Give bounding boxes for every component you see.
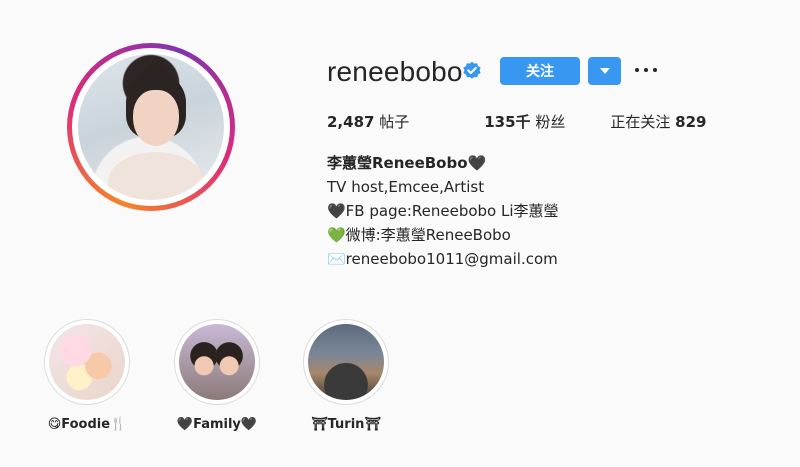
profile-username: reneebobo [327,56,463,87]
bio-line: ✉️reneebobo1011@gmail.com [327,250,558,268]
avatar-face-shape [133,90,179,146]
verified-badge-icon [463,61,481,79]
avatar[interactable] [78,54,224,200]
profile-bio: 李蕙瑩ReneeBobo🖤 TV host,Emcee,Artist 🖤FB p… [327,151,559,271]
more-options-icon[interactable] [635,62,657,78]
turin-thumbnail [308,324,384,400]
highlight-foodie[interactable]: 😋Foodie🍴 [37,319,137,432]
avatar-shoulder-shape [108,152,204,200]
profile-stats: 2,487 帖子 135千 粉丝 正在关注 829 [327,111,746,132]
posts-count: 2,487 [327,113,375,131]
following-label: 正在关注 [610,113,671,131]
bio-line: 🖤FB page:Reneebobo Li李蕙瑩 [327,202,559,220]
bio-line: 💚微博:李蕙瑩ReneeBobo [327,226,511,244]
followers-stat[interactable]: 135千 粉丝 [484,111,565,132]
following-stat[interactable]: 正在关注 829 [610,111,706,132]
suggested-dropdown-button[interactable] [588,57,621,85]
highlight-label: ⛩Turin⛩ [311,417,381,432]
highlight-label: 😋Foodie🍴 [47,417,127,432]
highlight-label: 🖤Family🖤 [176,417,258,432]
chevron-down-icon [599,68,610,74]
highlight-ring [174,319,260,405]
avatar-bun-shape [142,64,168,86]
full-name: 李蕙瑩ReneeBobo🖤 [327,154,487,172]
foodie-thumbnail [49,324,125,400]
posts-stat: 2,487 帖子 [327,111,409,132]
following-count: 829 [675,113,707,131]
followers-label: 粉丝 [535,113,566,131]
highlight-ring [303,319,389,405]
profile-avatar-ring[interactable] [67,43,235,211]
highlight-ring [44,319,130,405]
avatar-frame [72,48,230,206]
highlight-turin[interactable]: ⛩Turin⛩ [296,319,396,432]
followers-count: 135千 [484,113,531,131]
family-thumbnail [179,324,255,400]
posts-label: 帖子 [379,113,410,131]
follow-button[interactable]: 关注 [500,57,580,85]
bio-line: TV host,Emcee,Artist [327,178,485,196]
highlight-family[interactable]: 🖤Family🖤 [167,319,267,432]
